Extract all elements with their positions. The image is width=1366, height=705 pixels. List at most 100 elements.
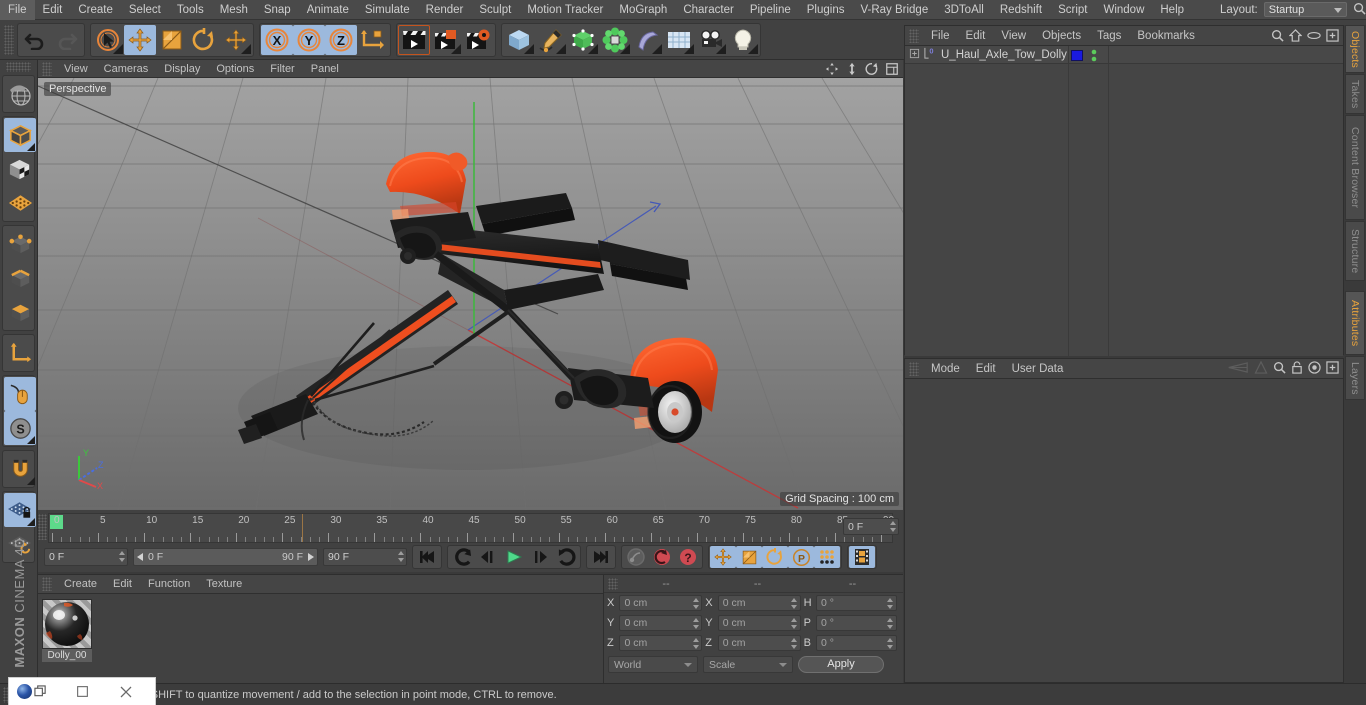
coord-size-spinner[interactable] xyxy=(791,638,798,649)
edges-mode-icon[interactable] xyxy=(4,261,36,295)
render-view-icon[interactable] xyxy=(398,24,430,55)
dock-tab-structure[interactable]: Structure xyxy=(1345,221,1365,281)
camera-icon[interactable] xyxy=(695,25,727,55)
coord-rot-input[interactable]: 0 ° xyxy=(816,635,897,651)
left-toolbar-grip[interactable] xyxy=(6,62,31,72)
object-row[interactable]: 0 U_Haul_Axle_Tow_Dolly xyxy=(905,46,1343,64)
coord-size-spinner[interactable] xyxy=(791,618,798,629)
material-grip[interactable] xyxy=(42,577,52,591)
attribute-manager-grip[interactable] xyxy=(909,361,919,376)
coord-rot-input[interactable]: 0 ° xyxy=(816,595,897,611)
timeline-grip[interactable] xyxy=(38,514,47,540)
viewport-menu-cameras[interactable]: Cameras xyxy=(96,63,157,75)
model-mode-icon[interactable] xyxy=(4,118,36,152)
coordinate-mode-dropdown[interactable]: Scale xyxy=(703,655,793,673)
points-mode-icon[interactable] xyxy=(4,227,36,261)
attrmgr-menu-user-data[interactable]: User Data xyxy=(1004,363,1072,375)
object-axis-icon[interactable] xyxy=(4,336,36,370)
object-manager-grip[interactable] xyxy=(909,28,919,43)
undo-icon[interactable] xyxy=(19,25,51,55)
coord-pos-input[interactable]: 0 cm xyxy=(619,595,703,611)
menu-create[interactable]: Create xyxy=(70,0,121,20)
coord-pos-spinner[interactable] xyxy=(692,598,699,609)
go-to-start-icon[interactable] xyxy=(414,546,440,568)
layer-tag-icon[interactable]: 0 xyxy=(923,46,937,63)
menu-plugins[interactable]: Plugins xyxy=(799,0,853,20)
record-scale-icon[interactable] xyxy=(736,546,762,568)
menu-help[interactable]: Help xyxy=(1152,0,1192,20)
lock-workplane-icon[interactable] xyxy=(4,493,36,527)
menu-render[interactable]: Render xyxy=(418,0,472,20)
expand-icon[interactable] xyxy=(909,48,920,62)
rotate-icon[interactable] xyxy=(188,25,220,55)
target-icon[interactable] xyxy=(1308,361,1321,374)
viewport-menu-view[interactable]: View xyxy=(56,63,96,75)
redo-icon[interactable] xyxy=(51,25,83,55)
step-forward-icon[interactable] xyxy=(527,546,553,568)
maximize-window-icon[interactable] xyxy=(65,679,99,705)
enable-snapping-icon[interactable] xyxy=(4,377,36,411)
attrmgr-menu-mode[interactable]: Mode xyxy=(923,363,968,375)
material-menu-texture[interactable]: Texture xyxy=(198,578,250,590)
cube-primitive-icon[interactable] xyxy=(503,25,535,55)
menu-sculpt[interactable]: Sculpt xyxy=(471,0,519,20)
new-tab-icon[interactable] xyxy=(1326,29,1339,42)
loop-playback-icon[interactable] xyxy=(553,546,579,568)
viewport-3d[interactable]: Perspective Grid Spacing : 100 cm Y Z X xyxy=(38,78,903,510)
pan-view-icon[interactable] xyxy=(825,62,839,76)
viewport-menu-display[interactable]: Display xyxy=(156,63,208,75)
range-left-arrow-icon[interactable] xyxy=(137,553,145,561)
apply-button[interactable]: Apply xyxy=(798,655,884,673)
eye-icon[interactable] xyxy=(1307,30,1321,41)
viewport-menu-options[interactable]: Options xyxy=(208,63,262,75)
record-rotation-icon[interactable] xyxy=(762,546,788,568)
dock-tab-layers[interactable]: Layers xyxy=(1345,356,1365,400)
forward-nav-icon[interactable] xyxy=(1254,361,1268,374)
floating-window-fragment[interactable] xyxy=(8,677,156,705)
menu-mograph[interactable]: MoGraph xyxy=(611,0,675,20)
lock-icon[interactable] xyxy=(1291,361,1303,374)
record-position-icon[interactable] xyxy=(710,546,736,568)
search-icon[interactable] xyxy=(1353,2,1366,18)
close-window-icon[interactable] xyxy=(109,679,143,705)
keyframe-selection-icon[interactable]: ? xyxy=(675,546,701,568)
menu-v-ray-bridge[interactable]: V-Ray Bridge xyxy=(852,0,936,20)
preview-range-slider[interactable]: 0 F 90 F xyxy=(133,548,318,566)
toolbar-grip[interactable] xyxy=(4,24,14,55)
viewport-grip[interactable] xyxy=(42,61,52,76)
coord-pos-input[interactable]: 0 cm xyxy=(619,615,703,631)
home-icon[interactable] xyxy=(1289,29,1302,42)
material-menu-edit[interactable]: Edit xyxy=(105,578,140,590)
object-layer-color[interactable] xyxy=(1071,50,1083,61)
deformer-bend-icon[interactable] xyxy=(631,25,663,55)
menu-motion-tracker[interactable]: Motion Tracker xyxy=(519,0,611,20)
coordinates-grip[interactable] xyxy=(608,577,618,590)
coord-rot-spinner[interactable] xyxy=(887,598,894,609)
render-settings-icon[interactable] xyxy=(462,25,494,55)
coord-size-spinner[interactable] xyxy=(791,598,798,609)
timeline-ruler[interactable]: 051015202530354045505560657075808590 xyxy=(48,513,894,543)
scale-icon[interactable] xyxy=(156,25,188,55)
dock-tab-content-browser[interactable]: Content Browser xyxy=(1345,115,1365,220)
attrmgr-menu-edit[interactable]: Edit xyxy=(968,363,1004,375)
go-to-end-icon[interactable] xyxy=(588,546,614,568)
coord-rot-spinner[interactable] xyxy=(887,638,894,649)
coord-pos-input[interactable]: 0 cm xyxy=(619,635,703,651)
back-nav-icon[interactable] xyxy=(1227,361,1249,374)
object-tree[interactable]: 0 U_Haul_Axle_Tow_Dolly xyxy=(905,46,1343,64)
play-forward-icon[interactable] xyxy=(501,546,527,568)
preview-end-field[interactable]: 90 F xyxy=(323,548,407,566)
menu-3dtoall[interactable]: 3DToAll xyxy=(936,0,992,20)
menu-mesh[interactable]: Mesh xyxy=(212,0,256,20)
step-back-icon[interactable] xyxy=(475,546,501,568)
polygons-mode-icon[interactable] xyxy=(4,295,36,329)
light-icon[interactable] xyxy=(727,25,759,55)
objectmgr-menu-edit[interactable]: Edit xyxy=(958,30,994,42)
dock-tab-attributes[interactable]: Attributes xyxy=(1345,291,1365,355)
material-menu-function[interactable]: Function xyxy=(140,578,198,590)
coord-rot-input[interactable]: 0 ° xyxy=(816,615,897,631)
viewport-menu-panel[interactable]: Panel xyxy=(303,63,347,75)
range-right-arrow-icon[interactable] xyxy=(306,553,314,561)
timeline-frame-field[interactable]: 0 F xyxy=(843,518,899,535)
layout-dropdown[interactable]: Startup xyxy=(1263,2,1347,17)
